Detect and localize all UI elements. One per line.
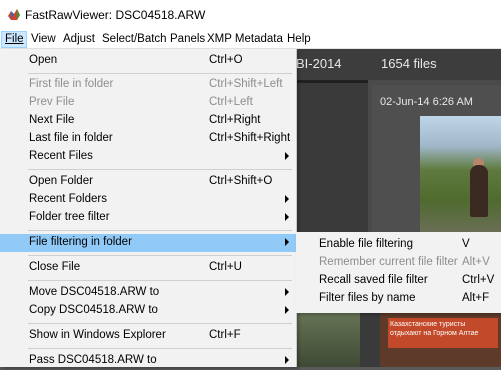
- menu-item-file-filtering[interactable]: File filtering in folder: [0, 234, 296, 252]
- submenu-item-filter-by-name[interactable]: Filter files by name Alt+F: [296, 290, 501, 308]
- menu-view[interactable]: View: [31, 33, 56, 45]
- menu-separator: [28, 73, 292, 74]
- file-count-label: 1654 files: [381, 56, 437, 71]
- menu-item-shortcut: Ctrl+Shift+Right: [209, 132, 291, 144]
- menu-item-label: Show in Windows Explorer: [29, 329, 166, 341]
- menu-item-copy-to[interactable]: Copy DSC04518.ARW to: [0, 302, 296, 320]
- menu-select-batch[interactable]: Select/Batch: [102, 33, 167, 45]
- menu-item-pass-to[interactable]: Pass DSC04518.ARW to: [0, 352, 296, 370]
- menu-item-shortcut: Ctrl+Shift+O: [209, 175, 273, 187]
- submenu-item-label: Filter files by name: [319, 292, 416, 304]
- app-icon: [8, 9, 20, 20]
- menu-bar: File View Adjust Select/Batch Panels XMP…: [0, 30, 501, 49]
- menu-separator: [28, 323, 292, 324]
- menu-item-recent-files[interactable]: Recent Files: [0, 148, 296, 166]
- menu-item-shortcut: Ctrl+Shift+Left: [209, 78, 283, 90]
- menu-item-show-in-explorer[interactable]: Show in Windows Explorer Ctrl+F: [0, 327, 296, 345]
- menu-separator: [28, 169, 292, 170]
- menu-item-label: File filtering in folder: [29, 236, 132, 248]
- bottom-thumbnail-1[interactable]: [290, 312, 360, 367]
- menu-item-label: Prev File: [29, 96, 75, 108]
- menu-item-label: Last file in folder: [29, 132, 113, 144]
- menu-item-open-folder[interactable]: Open Folder Ctrl+Shift+O: [0, 173, 296, 191]
- submenu-item-enable-filtering[interactable]: Enable file filtering V: [296, 236, 501, 254]
- menu-item-shortcut: Ctrl+Left: [209, 96, 253, 108]
- menu-item-open[interactable]: Open Ctrl+O: [0, 52, 296, 70]
- menu-item-prev-file: Prev File Ctrl+Left: [0, 94, 296, 112]
- folder-year-label: BI-2014: [296, 56, 342, 71]
- submenu-item-label: Enable file filtering: [319, 238, 413, 250]
- menu-file[interactable]: File: [1, 31, 27, 48]
- menu-item-label: Close File: [29, 261, 81, 273]
- window-title: FastRawViewer: DSC04518.ARW: [25, 8, 206, 22]
- menu-item-shortcut: Ctrl+U: [209, 261, 242, 273]
- menu-item-folder-tree-filter[interactable]: Folder tree filter: [0, 209, 296, 227]
- submenu-item-shortcut: Alt+F: [462, 292, 490, 304]
- menu-xmp-metadata[interactable]: XMP Metadata: [207, 33, 283, 45]
- menu-item-label: Recent Folders: [29, 193, 107, 205]
- submenu-item-remember-filter: Remember current file filter Alt+V: [296, 254, 501, 272]
- submenu-item-shortcut: Ctrl+V: [462, 274, 495, 286]
- menu-item-label: Open: [29, 54, 58, 66]
- submenu-arrow-icon: [285, 306, 289, 314]
- menu-help[interactable]: Help: [287, 33, 311, 45]
- menu-item-label: Recent Files: [29, 150, 93, 162]
- menu-item-label: Folder tree filter: [29, 211, 110, 223]
- menu-separator: [28, 348, 292, 349]
- menu-item-shortcut: Ctrl+F: [209, 329, 241, 341]
- submenu-arrow-icon: [285, 152, 289, 160]
- submenu-item-label: Remember current file filter: [319, 256, 458, 268]
- menu-item-first-file: First file in folder Ctrl+Shift+Left: [0, 76, 296, 94]
- title-bar: FastRawViewer: DSC04518.ARW: [0, 0, 501, 30]
- menu-item-shortcut: Ctrl+O: [209, 54, 243, 66]
- menu-item-label: Open Folder: [29, 175, 93, 187]
- menu-item-label: First file in folder: [29, 78, 114, 90]
- menu-item-close-file[interactable]: Close File Ctrl+U: [0, 259, 296, 277]
- photo-banner-text: Казахстанские туристы отдыхают на Горном…: [388, 318, 498, 348]
- submenu-item-label: Recall saved file filter: [319, 274, 428, 286]
- menu-file-label: File: [5, 33, 24, 45]
- submenu-item-shortcut: Alt+V: [462, 256, 490, 268]
- submenu-arrow-icon: [285, 356, 289, 364]
- submenu-item-shortcut: V: [462, 238, 470, 250]
- menu-item-label: Move DSC04518.ARW to: [29, 286, 160, 298]
- submenu-arrow-icon: [285, 213, 289, 221]
- submenu-arrow-icon: [285, 288, 289, 296]
- menu-item-next-file[interactable]: Next File Ctrl+Right: [0, 112, 296, 130]
- menu-separator: [28, 280, 292, 281]
- menu-separator: [28, 255, 292, 256]
- file-menu-dropdown: Open Ctrl+O First file in folder Ctrl+Sh…: [0, 49, 297, 367]
- menu-separator: [28, 230, 292, 231]
- menu-item-label: Next File: [29, 114, 75, 126]
- menu-item-recent-folders[interactable]: Recent Folders: [0, 191, 296, 209]
- submenu-arrow-icon: [285, 238, 289, 246]
- menu-item-move-to[interactable]: Move DSC04518.ARW to: [0, 284, 296, 302]
- thumbnail-photo[interactable]: [420, 116, 501, 236]
- menu-item-label: Copy DSC04518.ARW to: [29, 304, 158, 316]
- submenu-item-recall-filter[interactable]: Recall saved file filter Ctrl+V: [296, 272, 501, 290]
- thumbnail-date: 02-Jun-14 6:26 AM: [380, 96, 473, 108]
- file-filtering-submenu: Enable file filtering V Remember current…: [296, 232, 501, 313]
- menu-adjust[interactable]: Adjust: [63, 33, 95, 45]
- menu-item-last-file[interactable]: Last file in folder Ctrl+Shift+Right: [0, 130, 296, 148]
- submenu-arrow-icon: [285, 195, 289, 203]
- photo-person: [470, 165, 488, 217]
- menu-item-shortcut: Ctrl+Right: [209, 114, 261, 126]
- menu-item-label: Pass DSC04518.ARW to: [29, 354, 157, 366]
- menu-panels[interactable]: Panels: [170, 33, 205, 45]
